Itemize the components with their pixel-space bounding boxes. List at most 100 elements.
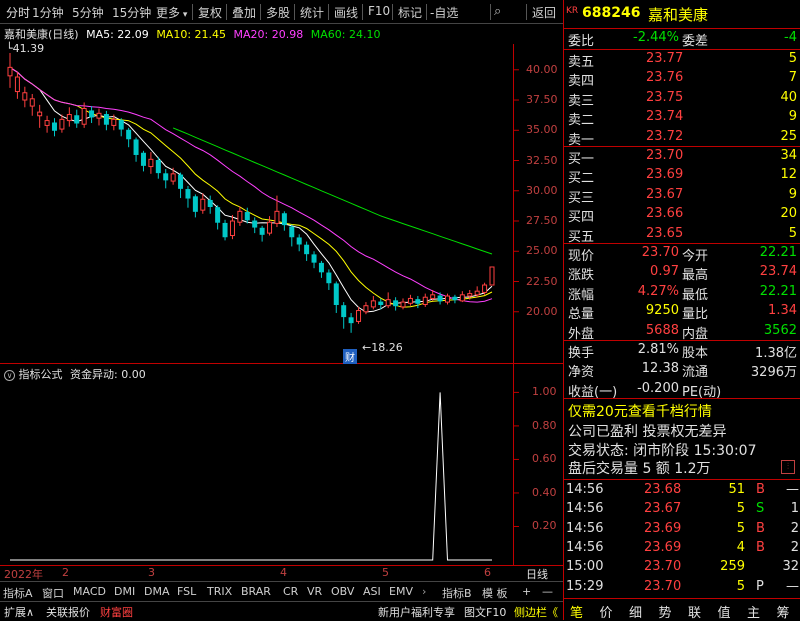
candle xyxy=(378,301,384,305)
daily-label: 日线 xyxy=(526,568,548,581)
bid-row[interactable]: 买三 23.67 9 xyxy=(564,187,800,206)
tab-15min[interactable]: 15分钟 xyxy=(112,4,151,21)
collapse-icon[interactable]: ∨ xyxy=(4,370,15,381)
tab-more[interactable]: 更多 ▾ xyxy=(156,4,187,21)
tick-time: 14:56 xyxy=(566,520,604,536)
tick-row[interactable]: 15:29 23.70 5 P — xyxy=(564,579,800,598)
tick-row[interactable]: 14:56 23.67 5 S 1 xyxy=(564,501,800,520)
template-button[interactable]: 模 板 xyxy=(482,585,508,601)
tab-scroll-icon[interactable]: › xyxy=(422,585,426,598)
tab-asi[interactable]: ASI xyxy=(363,585,381,598)
bid-row[interactable]: 买二 23.69 12 xyxy=(564,167,800,186)
promo-row[interactable]: 仅需20元查看千档行情 xyxy=(564,401,800,421)
f10-button[interactable]: F10 xyxy=(368,4,390,18)
candle xyxy=(29,98,35,107)
watchlist-button[interactable]: -自选 xyxy=(430,4,458,21)
tab-macd[interactable]: MACD xyxy=(73,585,106,598)
tab-indicator-a[interactable]: 指标A xyxy=(3,585,33,601)
stat-row[interactable]: 收益(一) -0.200 PE(动) xyxy=(564,381,800,400)
tick-row[interactable]: 14:56 23.68 51 B — xyxy=(564,482,800,501)
stat-label: 流通 xyxy=(682,365,709,381)
add-button[interactable]: + xyxy=(522,585,531,598)
side-tab[interactable]: 联 xyxy=(688,602,701,621)
indicator-tick-label: 0.60 xyxy=(532,452,557,466)
candle xyxy=(126,129,132,140)
tab-5min[interactable]: 5分钟 xyxy=(72,4,104,21)
side-tab[interactable]: 笔 xyxy=(570,602,583,621)
tab-emv[interactable]: EMV xyxy=(389,585,413,598)
tab-fenshi[interactable]: 分时 xyxy=(6,4,30,21)
tab-1min[interactable]: 1分钟 xyxy=(32,4,64,21)
overlay-button[interactable]: 叠加 xyxy=(232,4,256,21)
ask-row[interactable]: 卖二 23.74 9 xyxy=(564,109,800,128)
date-label: 4 xyxy=(280,566,287,579)
side-tab[interactable]: 价 xyxy=(600,602,613,621)
tab-brar[interactable]: BRAR xyxy=(241,585,271,598)
minus-button[interactable]: — xyxy=(542,585,553,598)
stat-row[interactable]: 净资 12.38 流通 3296万 xyxy=(564,361,800,380)
sidebar-toggle[interactable]: 侧边栏《 xyxy=(514,604,558,620)
back-button[interactable]: 返回 xyxy=(532,4,556,21)
bid-row[interactable]: 买五 23.65 5 xyxy=(564,226,800,245)
ask-row[interactable]: 卖五 23.77 5 xyxy=(564,51,800,70)
kr-badge: KR xyxy=(566,6,579,16)
stat-row[interactable]: 换手 2.81% 股本 1.38亿 xyxy=(564,342,800,361)
tick-time: 14:56 xyxy=(566,539,604,555)
fuquan-button[interactable]: 复权 xyxy=(198,4,222,21)
candle xyxy=(96,112,102,119)
candle xyxy=(363,305,369,313)
stats-button[interactable]: 统计 xyxy=(300,4,324,21)
new-user-promo[interactable]: 新用户福利专享 xyxy=(378,604,455,620)
tab-obv[interactable]: OBV xyxy=(331,585,354,598)
side-tab[interactable]: 势 xyxy=(659,602,672,621)
side-tab[interactable]: 主 xyxy=(747,602,760,621)
side-tab[interactable]: 细 xyxy=(629,602,642,621)
search-icon[interactable]: ⌕ xyxy=(494,4,501,19)
stat-row[interactable]: 现价 23.70 今开 22.21 xyxy=(564,245,800,264)
indicator-title[interactable]: 指标公式 xyxy=(19,368,63,381)
tab-dma[interactable]: DMA xyxy=(144,585,170,598)
related-quotes-button[interactable]: 关联报价 xyxy=(46,604,90,620)
expand-button[interactable]: 扩展∧ xyxy=(4,604,34,620)
weibi-value: -2.44% xyxy=(633,30,679,45)
chart-area[interactable] xyxy=(0,24,563,581)
after-hours-volume: 盘后交易量 5 额 1.2万 xyxy=(568,461,711,477)
cai-badge[interactable]: 财 xyxy=(343,349,357,364)
stat-row[interactable]: 涨跌 0.97 最高 23.74 xyxy=(564,264,800,283)
tab-indicator-b[interactable]: 指标B xyxy=(442,585,472,601)
side-tab[interactable]: 筹 xyxy=(777,602,790,621)
tab-window[interactable]: 窗口 xyxy=(42,585,64,601)
tick-row[interactable]: 14:56 23.69 5 B 2 xyxy=(564,521,800,540)
draw-line-button[interactable]: 画线 xyxy=(334,4,358,21)
mark-button[interactable]: 标记 xyxy=(398,4,422,21)
f10-graphic-button[interactable]: 图文F10 xyxy=(464,604,506,620)
ask-row[interactable]: 卖一 23.72 25 xyxy=(564,129,800,148)
multi-stock-button[interactable]: 多股 xyxy=(266,4,290,21)
chart-icon[interactable]: ⫶ xyxy=(781,460,795,474)
tick-row[interactable]: 15:00 23.70 259 32 xyxy=(564,559,800,578)
tab-fsl[interactable]: FSL xyxy=(177,585,196,598)
high-marker: └41.39 xyxy=(6,42,45,55)
side-tab[interactable]: 值 xyxy=(718,602,731,621)
ask-price: 23.75 xyxy=(646,89,684,105)
promo-text[interactable]: 仅需20元查看千档行情 xyxy=(568,401,712,421)
stat-row[interactable]: 外盘 5688 内盘 3562 xyxy=(564,323,800,342)
tab-cr[interactable]: CR xyxy=(283,585,298,598)
ask-row[interactable]: 卖三 23.75 40 xyxy=(564,90,800,109)
stat-row[interactable]: 总量 9250 量比 1.34 xyxy=(564,303,800,322)
wealth-circle-button[interactable]: 财富圈 xyxy=(100,604,133,620)
bid-volume: 5 xyxy=(788,225,797,241)
ask-row[interactable]: 卖四 23.76 7 xyxy=(564,70,800,89)
bid-row[interactable]: 买四 23.66 20 xyxy=(564,206,800,225)
stat-row[interactable]: 涨幅 4.27% 最低 22.21 xyxy=(564,284,800,303)
price-tick-label: 22.50 xyxy=(526,274,558,288)
tab-vr[interactable]: VR xyxy=(307,585,322,598)
tick-row[interactable]: 14:56 23.69 4 B 2 xyxy=(564,540,800,559)
ma20-label: MA20: 20.98 xyxy=(233,28,304,41)
bid-row[interactable]: 买一 23.70 34 xyxy=(564,148,800,167)
candle xyxy=(22,92,28,101)
tick-time: 14:56 xyxy=(566,482,604,497)
tab-trix[interactable]: TRIX xyxy=(207,585,232,598)
tick-side: P xyxy=(756,578,764,594)
tab-dmi[interactable]: DMI xyxy=(114,585,135,598)
